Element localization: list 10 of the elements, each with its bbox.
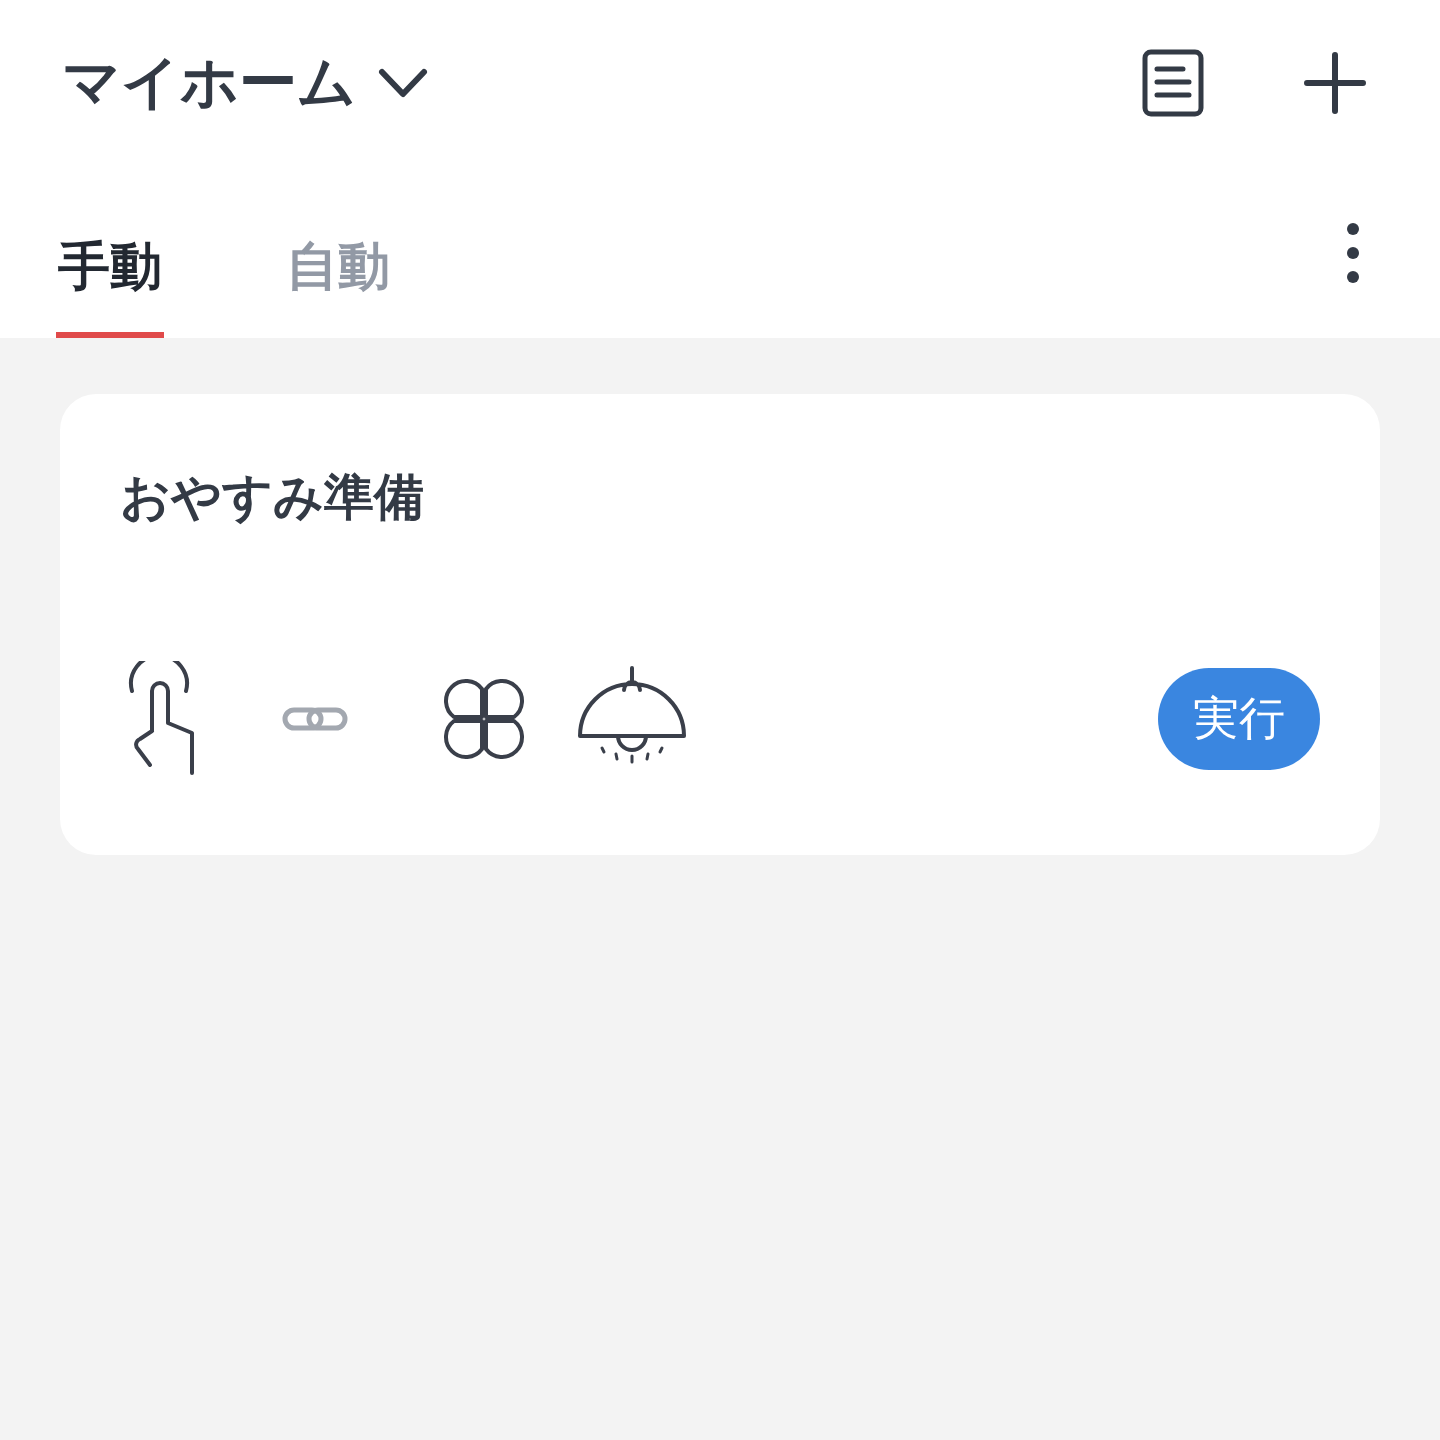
link-icon bbox=[282, 705, 348, 733]
chevron-down-icon bbox=[378, 67, 428, 98]
home-selector[interactable]: マイホーム bbox=[62, 43, 428, 122]
run-button[interactable]: 実行 bbox=[1158, 668, 1320, 770]
tab[interactable]: 手動 bbox=[56, 232, 164, 338]
scene-card[interactable]: おやすみ準備 実行 bbox=[60, 394, 1380, 855]
plus-icon[interactable] bbox=[1304, 51, 1366, 114]
scene-name: おやすみ準備 bbox=[120, 467, 425, 528]
more-icon[interactable] bbox=[1346, 222, 1360, 284]
document-icon[interactable] bbox=[1142, 48, 1204, 117]
